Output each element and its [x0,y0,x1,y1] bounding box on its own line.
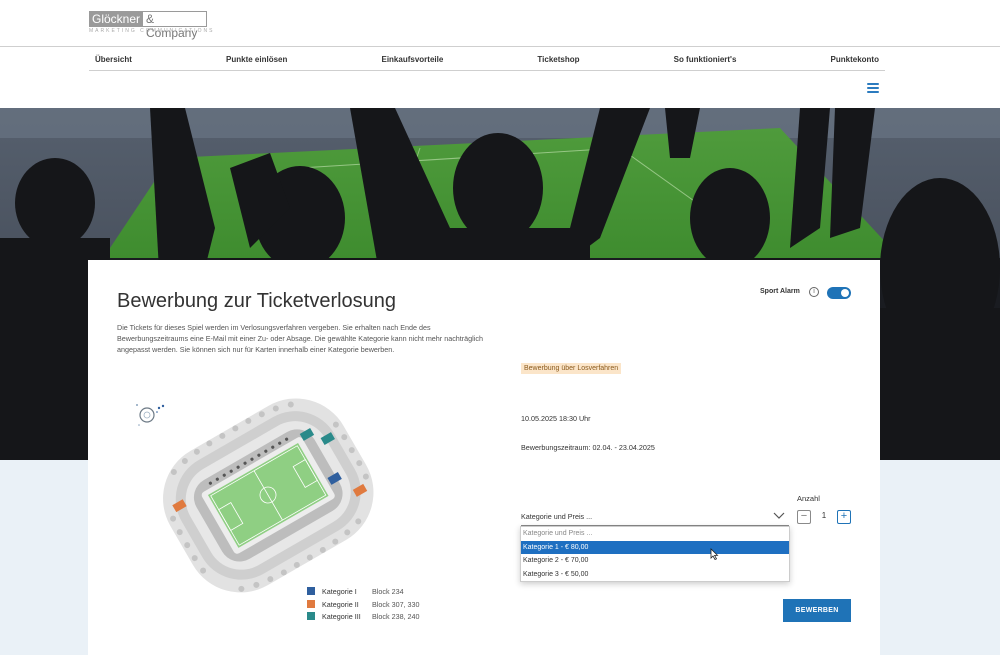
quantity-value[interactable]: 1 [817,511,831,520]
nav-item-einkaufsvorteile[interactable]: Einkaufsvorteile [381,55,443,64]
logo-part-1: Glöckner [89,11,144,27]
application-period: Bewerbungszeitraum: 02.04. - 23.04.2025 [521,443,655,452]
dropdown-option-kategorie-3[interactable]: Kategorie 3 - € 50,00 [521,568,789,582]
nav-item-ticketshop[interactable]: Ticketshop [537,55,579,64]
status-badge: Bewerbung über Losverfahren [521,363,622,374]
divider [0,46,1000,47]
legend-block: Block 307, 330 [372,599,420,609]
divider [89,70,885,71]
apply-button[interactable]: BEWERBEN [783,599,851,622]
legend-name: Kategorie III [322,612,361,621]
header: Glöckner & Company MARKETING COMMUNICATI… [0,0,1000,108]
legend-item: Kategorie III Block 238, 240 [307,611,467,623]
legend-item: Kategorie II Block 307, 330 [307,599,467,611]
category-legend: Kategorie I Block 234 Kategorie II Block… [307,586,467,624]
logo-part-2: & Company [142,11,207,40]
dropdown-option-kategorie-2[interactable]: Kategorie 2 - € 70,00 [521,554,789,568]
menu-icon[interactable] [867,83,879,93]
legend-name: Kategorie I [322,587,357,596]
legend-block: Block 234 [372,587,404,596]
info-icon[interactable]: i [809,287,819,297]
category-select[interactable]: Kategorie und Preis ... [521,510,789,526]
legend-item: Kategorie I Block 234 [307,586,467,598]
legend-swatch-kategorie-1 [307,587,315,595]
legend-swatch-kategorie-3 [307,612,315,620]
quantity-increase-button[interactable]: + [837,510,851,524]
stadium-seating-map[interactable] [158,388,378,603]
quantity-decrease-button[interactable]: − [797,510,811,524]
legend-block: Block 238, 240 [372,612,420,621]
nav-item-so-funktionierts[interactable]: So funktioniert's [674,55,737,64]
ticket-application-card: Bewerbung zur Ticketverlosung Die Ticket… [88,260,880,655]
nav-item-punkte-einloesen[interactable]: Punkte einlösen [226,55,287,64]
category-select-value: Kategorie und Preis ... [521,512,593,521]
sport-alarm-label: Sport Alarm [760,288,800,295]
mouse-cursor-icon [710,548,719,560]
legend-name: Kategorie II [322,599,359,609]
chevron-down-icon [773,512,785,519]
nav-item-punktekonto[interactable]: Punktekonto [831,55,879,64]
sport-alarm-toggle[interactable] [827,287,851,299]
legend-swatch-kategorie-2 [307,599,315,608]
page-title: Bewerbung zur Ticketverlosung [117,290,397,312]
nav-item-uebersicht[interactable]: Übersicht [95,55,132,64]
category-dropdown-list: Kategorie und Preis ... Kategorie 1 - € … [520,526,790,582]
logo-tagline: MARKETING COMMUNICATIONS [89,28,215,34]
dropdown-option-placeholder[interactable]: Kategorie und Preis ... [521,527,789,541]
dropdown-option-kategorie-1[interactable]: Kategorie 1 - € 80,00 [521,540,789,554]
quantity-label: Anzahl [797,494,820,503]
description-text: Die Tickets für dieses Spiel werden im V… [117,323,483,354]
main-nav: Übersicht Punkte einlösen Einkaufsvortei… [89,48,885,70]
event-date: 10.05.2025 18:30 Uhr [521,414,591,423]
company-logo[interactable]: Glöckner & Company MARKETING COMMUNICATI… [89,11,212,40]
